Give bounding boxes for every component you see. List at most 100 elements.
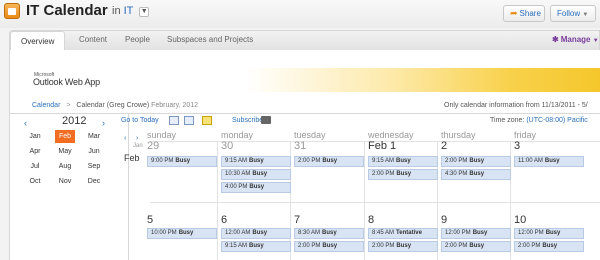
calendar-event[interactable]: 9:15 AM Busy <box>368 156 438 167</box>
event-time: 10:00 PM <box>151 230 177 236</box>
calendar-event[interactable]: 12:00 PM Busy <box>441 228 511 239</box>
event-time: 2:00 PM <box>518 243 541 249</box>
tab-people[interactable]: People <box>125 35 150 44</box>
grid-line <box>217 141 218 260</box>
calendar-event[interactable]: 4:30 PM Busy <box>441 169 511 180</box>
month-jan[interactable]: Jan <box>25 130 45 143</box>
page-title: IT Calendar <box>26 2 108 19</box>
day-number[interactable]: 31 <box>294 140 306 152</box>
day-number[interactable]: Feb 1 <box>368 140 396 152</box>
calendar-event[interactable]: 12:00 AM Busy <box>221 228 291 239</box>
chevron-down-icon[interactable]: ▼ <box>139 7 150 17</box>
next-year-icon[interactable]: › <box>102 118 105 128</box>
calendar-event[interactable]: 9:15 AM Busy <box>221 156 291 167</box>
day-view-icon[interactable] <box>169 116 179 125</box>
calendar-event[interactable]: 2:00 PM Busy <box>441 156 511 167</box>
calendar-event[interactable]: 8:30 AM Busy <box>294 228 364 239</box>
event-status: Busy <box>469 158 485 164</box>
event-status: Busy <box>472 230 488 236</box>
tab-bar: Overview Content People Subspaces and Pr… <box>9 30 600 51</box>
breadcrumb-calendar-link[interactable]: Calendar <box>32 102 60 109</box>
month-apr[interactable]: Apr <box>25 145 45 158</box>
timezone-label: Time zone: <box>490 117 525 124</box>
day-header-monday: monday <box>221 130 254 140</box>
share-label: Share <box>519 9 541 18</box>
calendar-event[interactable]: 10:00 PM Busy <box>147 228 217 239</box>
space-breadcrumb: in IT ▼ <box>112 5 150 17</box>
day-number[interactable]: 8 <box>368 214 374 226</box>
event-status: Busy <box>542 243 558 249</box>
grid-line <box>364 141 365 260</box>
breadcrumb-date: February, 2012 <box>151 102 199 109</box>
calendar-event[interactable]: 8:45 AM Tentative <box>368 228 438 239</box>
calendar-event[interactable]: 2:00 PM Busy <box>294 241 364 252</box>
day-number[interactable]: 29 <box>147 140 159 152</box>
calendar-event[interactable]: 2:00 PM Busy <box>294 156 364 167</box>
prev-year-icon[interactable]: ‹ <box>24 118 27 128</box>
month-dec[interactable]: Dec <box>84 175 104 188</box>
divider <box>128 114 129 260</box>
calendar-event[interactable]: 2:00 PM Busy <box>441 241 511 252</box>
share-button[interactable]: ➦ Share <box>503 5 545 22</box>
jan-label: Jan <box>133 143 143 149</box>
manage-menu[interactable]: ✱ Manage ▼ <box>552 35 599 44</box>
day-header-wednesday: wednesday <box>368 130 414 140</box>
breadcrumb-current: Calendar (Greg Crowe) <box>76 102 150 109</box>
event-status: Busy <box>322 158 338 164</box>
event-time: 9:15 AM <box>225 158 248 164</box>
event-status: Busy <box>545 230 561 236</box>
calendar-event[interactable]: 10:30 AM Busy <box>221 169 291 180</box>
day-number[interactable]: 30 <box>221 140 233 152</box>
month-oct[interactable]: Oct <box>25 175 45 188</box>
timezone-value[interactable]: (UTC-08:00) Pacific <box>526 117 587 124</box>
event-status: Busy <box>249 184 265 190</box>
month-jun[interactable]: Jun <box>84 145 104 158</box>
month-sep[interactable]: Sep <box>84 160 104 173</box>
month-feb[interactable]: Feb <box>55 130 75 143</box>
day-number[interactable]: 3 <box>514 140 520 152</box>
subscribe-link[interactable]: Subscribe <box>232 117 263 124</box>
calendar-event[interactable]: 4:00 PM Busy <box>221 182 291 193</box>
tab-subspaces-projects[interactable]: Subspaces and Projects <box>167 35 253 44</box>
event-time: 2:00 PM <box>372 243 395 249</box>
follow-button[interactable]: Follow ▼ <box>550 5 596 22</box>
day-number[interactable]: 2 <box>441 140 447 152</box>
calendar-event[interactable]: 2:00 PM Busy <box>514 241 584 252</box>
manage-label: Manage <box>560 35 591 44</box>
share-arrow-icon: ➦ <box>510 8 518 18</box>
event-status: Tentative <box>396 230 422 236</box>
day-number[interactable]: 5 <box>147 214 153 226</box>
tab-content[interactable]: Content <box>79 35 107 44</box>
day-number[interactable]: 9 <box>441 214 447 226</box>
month-mar[interactable]: Mar <box>84 130 104 143</box>
work-week-view-icon[interactable] <box>184 116 194 125</box>
tab-overview[interactable]: Overview <box>10 31 66 51</box>
event-status: Busy <box>249 243 264 249</box>
event-time: 8:30 AM <box>298 230 321 236</box>
event-status: Busy <box>252 230 268 236</box>
space-link[interactable]: IT <box>124 5 134 17</box>
calendar-event[interactable]: 9:00 PM Busy <box>147 156 217 167</box>
month-aug[interactable]: Aug <box>55 160 75 173</box>
month-jul[interactable]: Jul <box>25 160 45 173</box>
month-nov[interactable]: Nov <box>55 175 75 188</box>
calendar-event[interactable]: 11:00 AM Busy <box>514 156 584 167</box>
go-to-today-link[interactable]: Go to Today <box>121 117 159 124</box>
day-number[interactable]: 6 <box>221 214 227 226</box>
calendar-event[interactable]: 2:00 PM Busy <box>368 169 438 180</box>
next-month-icon[interactable]: › <box>136 135 138 142</box>
calendar-event[interactable]: 2:00 PM Busy <box>368 241 438 252</box>
print-icon[interactable] <box>261 116 271 124</box>
calendar-event[interactable]: 12:00 PM Busy <box>514 228 584 239</box>
month-may[interactable]: May <box>55 145 75 158</box>
calendar-event[interactable]: 9:15 AM Busy <box>221 241 291 252</box>
month-view-icon[interactable] <box>202 116 212 125</box>
prev-month-icon[interactable]: ‹ <box>124 135 126 142</box>
event-status: Busy <box>396 243 412 249</box>
mini-cal-year: 2012 <box>62 115 87 127</box>
day-number[interactable]: 10 <box>514 214 526 226</box>
day-header-friday: friday <box>514 130 537 140</box>
event-time: 12:00 AM <box>225 230 251 236</box>
day-number[interactable]: 7 <box>294 214 300 226</box>
divider <box>10 113 600 114</box>
